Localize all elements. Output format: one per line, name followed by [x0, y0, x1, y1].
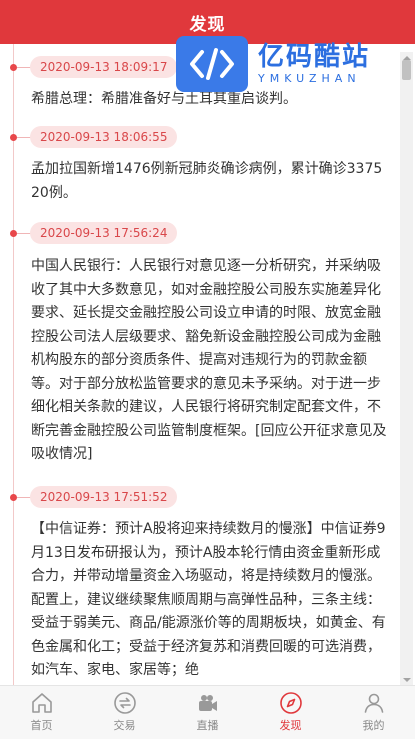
- page-title: 发现: [189, 14, 226, 35]
- watermark-title: 亿码酷站: [258, 42, 371, 72]
- timeline-connector: [17, 137, 31, 138]
- tab-trade[interactable]: 交易: [83, 686, 166, 739]
- tab-discover[interactable]: 发现: [249, 686, 332, 739]
- news-text: 孟加拉国新增1476例新冠肺炎确诊病例，累计确诊337520例。: [31, 161, 383, 201]
- exchange-icon: [113, 692, 136, 714]
- watermark-subtitle: YMKUZHAN: [258, 72, 361, 85]
- tab-label: 交易: [113, 719, 136, 732]
- scroll-thumb[interactable]: [402, 60, 411, 80]
- video-camera-icon: [198, 695, 217, 711]
- news-time: 2020-09-13 18:06:55: [30, 126, 178, 148]
- timeline-connector: [17, 497, 31, 498]
- tab-label: 直播: [196, 719, 219, 732]
- timeline-dot: [10, 134, 17, 141]
- news-time: 2020-09-13 18:09:17: [30, 56, 178, 78]
- news-text: 【中信证券：预计A股将迎来持续数月的慢涨】中信证券9月13日发布研报认为，预计A…: [31, 521, 386, 678]
- user-icon: [364, 693, 383, 713]
- timeline-dot: [10, 494, 17, 501]
- tab-home[interactable]: 首页: [0, 686, 83, 739]
- code-icon: [176, 36, 248, 92]
- timeline-dot: [10, 64, 17, 71]
- bottom-tab-bar: 首页 交易 直播 发现 我的: [0, 685, 415, 739]
- tab-live[interactable]: 直播: [166, 686, 249, 739]
- tab-label: 我的: [362, 719, 385, 732]
- news-time: 2020-09-13 17:56:24: [30, 222, 178, 244]
- news-timeline[interactable]: 2020-09-13 18:09:17 希腊总理：希腊准备好与土耳其重启谈判。 …: [0, 44, 415, 685]
- timeline-dot: [10, 230, 17, 237]
- tab-profile[interactable]: 我的: [332, 686, 415, 739]
- scrollbar[interactable]: [400, 52, 413, 686]
- news-time: 2020-09-13 17:51:52: [30, 486, 178, 508]
- scroll-down-arrow-icon[interactable]: [403, 678, 411, 682]
- timeline-connector: [17, 67, 31, 68]
- news-text: 中国人民银行：人民银行对意见逐一分析研究，并采纳吸收了其中大多数意见，如对金融控…: [31, 258, 387, 462]
- watermark-logo: 亿码酷站 YMKUZHAN: [176, 34, 386, 94]
- timeline-connector: [17, 233, 31, 234]
- compass-icon: [279, 692, 302, 714]
- home-icon: [31, 693, 52, 713]
- tab-label: 发现: [279, 719, 302, 732]
- tab-label: 首页: [30, 719, 53, 732]
